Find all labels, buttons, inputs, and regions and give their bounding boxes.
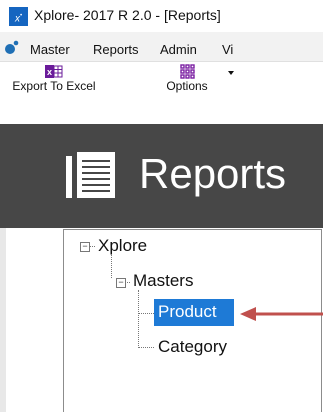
menu-master[interactable]: Master	[30, 42, 70, 57]
side-gutter	[0, 228, 6, 412]
export-label: Export To Excel	[12, 79, 96, 93]
export-to-excel-button[interactable]: x Export To Excel	[4, 64, 104, 93]
tree-node-product-selected[interactable]: Product	[154, 299, 234, 326]
toolbar: x Export To Excel Options	[0, 61, 323, 125]
annotation-arrow-icon	[240, 307, 323, 321]
tree-node-xplore[interactable]: Xplore	[98, 236, 147, 256]
excel-icon: x	[45, 65, 63, 78]
menu-admin[interactable]: Admin	[160, 42, 197, 57]
tree-line	[138, 313, 154, 314]
menu-bar: Master Reports Admin Vi	[0, 32, 323, 61]
grid-icon	[179, 64, 195, 79]
window-title: Xplore- 2017 R 2.0 - [Reports]	[34, 7, 221, 23]
tree-node-category[interactable]: Category	[158, 337, 227, 357]
collapse-toggle-masters-icon[interactable]: −	[116, 278, 126, 288]
tree-node-product: Product	[158, 302, 217, 321]
page-title: Reports	[139, 150, 287, 197]
app-logo-icon[interactable]	[3, 40, 19, 56]
menu-reports[interactable]: Reports	[93, 42, 139, 57]
options-label: Options	[166, 79, 208, 93]
tree-line	[138, 290, 139, 348]
options-dropdown-caret-icon[interactable]	[228, 71, 234, 75]
options-button[interactable]: Options	[153, 64, 221, 93]
xplore-app-icon: x•	[9, 7, 28, 26]
tree-line	[138, 347, 154, 348]
title-bar: x• Xplore- 2017 R 2.0 - [Reports]	[0, 0, 323, 31]
collapse-toggle-root-icon[interactable]: −	[80, 242, 90, 252]
app-window: x• Xplore- 2017 R 2.0 - [Reports] Master…	[0, 0, 323, 412]
tree-node-masters[interactable]: Masters	[133, 271, 193, 291]
svg-text:x: x	[47, 67, 52, 77]
document-lines-icon	[66, 152, 115, 198]
menu-view[interactable]: Vi	[222, 42, 233, 57]
